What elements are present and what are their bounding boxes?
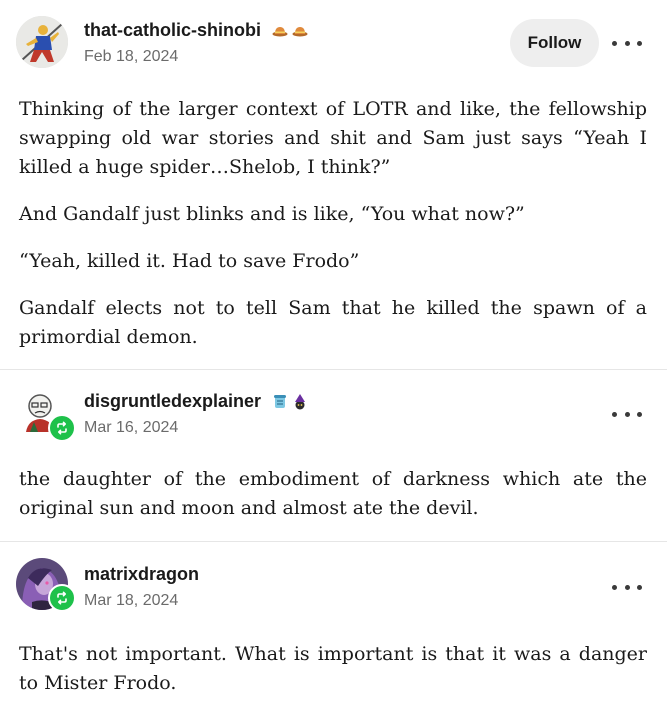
- post-header: that-catholic-shinobi Feb 18, 2024 Follo…: [0, 0, 667, 80]
- avatar[interactable]: [16, 16, 68, 68]
- post-date: Mar 18, 2024: [84, 592, 179, 609]
- post-body: Thinking of the larger context of LOTR a…: [0, 80, 667, 352]
- post-body: That's not important. What is important …: [0, 622, 667, 698]
- more-options-icon[interactable]: [612, 577, 642, 597]
- post-paragraph: Gandalf elects not to tell Sam that he k…: [19, 297, 647, 348]
- username-text[interactable]: disgruntledexplainer: [84, 391, 261, 411]
- post-header: disgruntledexplainer Mar 16, 2024: [0, 370, 667, 450]
- post-date: Mar 16, 2024: [84, 419, 179, 436]
- post-paragraph: the daughter of the embodiment of darkne…: [19, 468, 647, 519]
- post-date: Feb 18, 2024: [84, 48, 179, 65]
- user-badges: [272, 394, 308, 410]
- username-text[interactable]: matrixdragon: [84, 564, 199, 584]
- scroll-badge-icon: [274, 395, 287, 409]
- username[interactable]: disgruntledexplainer: [84, 391, 308, 412]
- post-paragraph: And Gandalf just blinks and is like, “Yo…: [19, 203, 525, 225]
- post-paragraph: “Yeah, killed it. Had to save Frodo”: [19, 250, 360, 272]
- hat-badge-icon: [272, 27, 288, 37]
- post-2: disgruntledexplainer Mar 16, 2024 the da…: [0, 370, 667, 542]
- hat-badge-icon: [292, 27, 308, 37]
- reblog-icon: [48, 414, 76, 442]
- more-options-icon[interactable]: [612, 33, 642, 53]
- post-1: that-catholic-shinobi Feb 18, 2024 Follo…: [0, 0, 667, 370]
- witch-badge-icon: [295, 394, 306, 410]
- post-paragraph: Thinking of the larger context of LOTR a…: [19, 98, 647, 178]
- post-paragraph: That's not important. What is important …: [19, 643, 647, 694]
- username[interactable]: matrixdragon: [84, 564, 199, 585]
- follow-button[interactable]: Follow: [510, 19, 599, 67]
- user-badges: [272, 24, 308, 38]
- username[interactable]: that-catholic-shinobi: [84, 20, 308, 41]
- post-header: matrixdragon Mar 18, 2024: [0, 542, 667, 622]
- username-text[interactable]: that-catholic-shinobi: [84, 20, 261, 40]
- reblog-icon: [48, 584, 76, 612]
- more-options-icon[interactable]: [612, 404, 642, 424]
- post-body: the daughter of the embodiment of darkne…: [0, 450, 667, 523]
- post-3: matrixdragon Mar 18, 2024 That's not imp…: [0, 542, 667, 716]
